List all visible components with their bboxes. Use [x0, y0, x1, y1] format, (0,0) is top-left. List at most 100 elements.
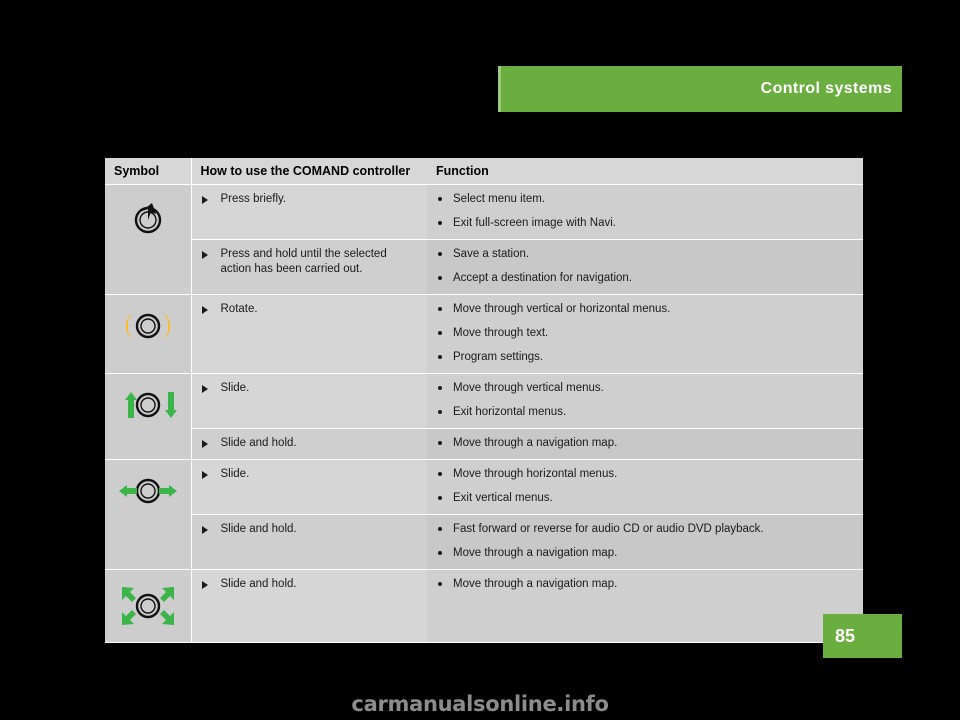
- howto-cell: Slide.: [191, 373, 427, 429]
- page-number-text: 85: [835, 625, 856, 646]
- dot-bullet-icon: [438, 197, 442, 201]
- action-text: Press and hold until the selected action…: [220, 248, 387, 275]
- triangle-bullet-icon: [201, 385, 208, 393]
- function-cell: Fast forward or reverse for audio CD or …: [427, 514, 863, 570]
- howto-cell: Slide.: [191, 459, 427, 515]
- howto-cell: Slide and hold.: [191, 569, 427, 643]
- function-item: Move through vertical menus.: [437, 381, 853, 396]
- dot-bullet-icon: [438, 496, 442, 500]
- function-text: Move through a navigation map.: [453, 578, 618, 590]
- howto-cell: Rotate.: [191, 294, 427, 374]
- dot-bullet-icon: [438, 551, 442, 555]
- symbol-cell: [105, 294, 192, 374]
- triangle-bullet-icon: [201, 526, 208, 534]
- rotate-controller-icon: [105, 295, 191, 357]
- action-item: Slide and hold.: [201, 522, 418, 537]
- dot-bullet-icon: [438, 441, 442, 445]
- function-item: Fast forward or reverse for audio CD or …: [437, 522, 853, 537]
- function-text: Exit horizontal menus.: [453, 406, 567, 418]
- table-row: Slide. Move through horizontal menus. Ex…: [105, 459, 863, 570]
- function-item: Select menu item.: [437, 192, 853, 207]
- function-text: Save a station.: [453, 248, 530, 260]
- function-cell: Move through vertical menus. Exit horizo…: [427, 373, 863, 429]
- comand-controller-table-wrapper: Symbol How to use the COMAND controller …: [105, 158, 863, 643]
- slide-horizontal-controller-icon: [105, 460, 191, 522]
- table-row: Rotate. Move through vertical or horizon…: [105, 294, 863, 374]
- action-item: Slide and hold.: [201, 577, 418, 592]
- dot-bullet-icon: [438, 527, 442, 531]
- dot-bullet-icon: [438, 410, 442, 414]
- howto-cell: Slide and hold.: [191, 428, 427, 460]
- watermark-text: carmanualsonline.info: [351, 692, 609, 716]
- dot-bullet-icon: [438, 276, 442, 280]
- action-text: Slide and hold.: [220, 578, 297, 590]
- comand-controller-table: Symbol How to use the COMAND controller …: [105, 158, 863, 643]
- function-text: Program settings.: [453, 351, 544, 363]
- table-row: Slide and hold. Fast forward or reverse …: [105, 514, 863, 570]
- function-item: Exit horizontal menus.: [437, 405, 853, 420]
- function-cell: Select menu item. Exit full-screen image…: [427, 184, 863, 240]
- function-text: Select menu item.: [453, 193, 546, 205]
- function-item: Move through a navigation map.: [437, 436, 853, 451]
- header-bar-left-edge: [498, 66, 501, 112]
- triangle-bullet-icon: [201, 306, 208, 314]
- symbol-cell: [105, 569, 192, 643]
- table-row: Slide and hold. Move through a navigatio…: [105, 569, 863, 643]
- function-text: Move through a navigation map.: [453, 437, 618, 449]
- function-text: Accept a destination for navigation.: [453, 272, 633, 284]
- action-item: Press and hold until the selected action…: [201, 247, 418, 277]
- triangle-bullet-icon: [201, 196, 208, 204]
- dot-bullet-icon: [438, 331, 442, 335]
- action-text: Slide.: [220, 468, 250, 480]
- action-item: Slide.: [201, 381, 418, 396]
- function-item: Move through vertical or horizontal menu…: [437, 302, 853, 317]
- action-item: Slide.: [201, 467, 418, 482]
- function-item: Accept a destination for navigation.: [437, 271, 853, 286]
- page-number-badge: 85: [823, 614, 902, 658]
- running-header-bar: Control systems: [498, 66, 902, 112]
- function-item: Save a station.: [437, 247, 853, 262]
- action-text: Slide and hold.: [220, 437, 297, 449]
- table-row: Slide and hold. Move through a navigatio…: [105, 428, 863, 460]
- howto-cell: Press and hold until the selected action…: [191, 239, 427, 295]
- function-text: Move through horizontal menus.: [453, 468, 618, 480]
- action-text: Slide.: [220, 382, 250, 394]
- function-text: Exit vertical menus.: [453, 492, 553, 504]
- column-header-howto: How to use the COMAND controller: [191, 158, 427, 185]
- slide-diagonal-controller-icon: [105, 570, 191, 642]
- howto-cell: Press briefly.: [191, 184, 427, 240]
- symbol-cell: [105, 459, 192, 570]
- action-item: Rotate.: [201, 302, 418, 317]
- site-watermark: carmanualsonline.info: [0, 692, 960, 716]
- function-text: Move through vertical menus.: [453, 382, 604, 394]
- triangle-bullet-icon: [201, 251, 208, 259]
- dot-bullet-icon: [438, 472, 442, 476]
- action-text: Slide and hold.: [220, 523, 297, 535]
- function-text: Exit full-screen image with Navi.: [453, 217, 616, 229]
- column-header-function: Function: [427, 158, 863, 185]
- function-text: Move through vertical or horizontal menu…: [453, 303, 671, 315]
- function-item: Exit full-screen image with Navi.: [437, 216, 853, 231]
- page-title: Control systems: [760, 80, 892, 97]
- howto-cell: Slide and hold.: [191, 514, 427, 570]
- symbol-cell: [105, 373, 192, 460]
- function-text: Move through a navigation map.: [453, 547, 618, 559]
- function-text: Fast forward or reverse for audio CD or …: [453, 523, 764, 535]
- table-row: Slide. Move through vertical menus. Exit…: [105, 373, 863, 460]
- function-item: Program settings.: [437, 350, 853, 365]
- function-cell: Move through a navigation map.: [427, 569, 863, 643]
- slide-vertical-controller-icon: [105, 374, 191, 436]
- dot-bullet-icon: [438, 386, 442, 390]
- dot-bullet-icon: [438, 307, 442, 311]
- function-text: Move through text.: [453, 327, 549, 339]
- function-item: Move through a navigation map.: [437, 546, 853, 561]
- function-item: Move through horizontal menus.: [437, 467, 853, 482]
- dot-bullet-icon: [438, 582, 442, 586]
- function-cell: Move through vertical or horizontal menu…: [427, 294, 863, 374]
- dot-bullet-icon: [438, 355, 442, 359]
- function-item: Exit vertical menus.: [437, 491, 853, 506]
- table-row: Press and hold until the selected action…: [105, 239, 863, 295]
- dot-bullet-icon: [438, 252, 442, 256]
- triangle-bullet-icon: [201, 471, 208, 479]
- table-row: Press briefly. Select menu item. Exit fu…: [105, 184, 863, 295]
